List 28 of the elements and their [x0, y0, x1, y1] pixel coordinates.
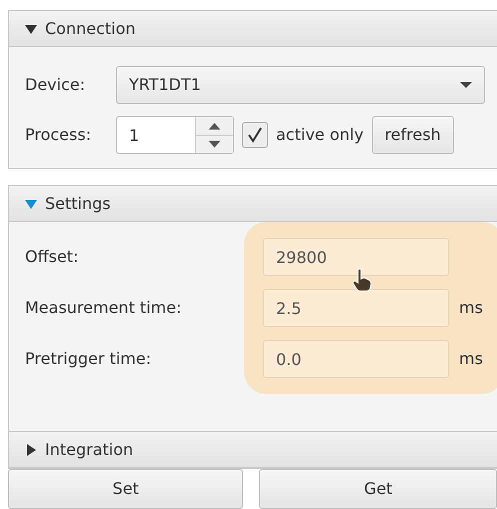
checkmark-icon: [246, 126, 264, 144]
field-label: Pretrigger time:: [25, 348, 152, 370]
process-spinner[interactable]: 1: [116, 116, 234, 154]
field-label: Measurement time:: [25, 297, 182, 319]
device-dropdown[interactable]: YRT1DT1: [116, 66, 485, 104]
panel-title: Integration: [45, 438, 134, 460]
field-label: Process:: [25, 124, 92, 146]
panel-header[interactable]: Connection: [9, 11, 497, 47]
text-field[interactable]: 0.0: [263, 340, 449, 378]
text-field[interactable]: 29800: [263, 238, 449, 276]
unit-label: ms: [459, 348, 483, 370]
panel-header[interactable]: Settings: [9, 186, 497, 222]
panel-header[interactable]: Integration: [9, 432, 497, 468]
refresh-button[interactable]: refresh: [372, 116, 454, 154]
hand-cursor-icon: [351, 268, 373, 292]
action-button[interactable]: Set: [8, 469, 244, 509]
panel-title: Connection: [45, 18, 136, 40]
checkbox-label: active only: [276, 124, 364, 146]
expand-triangle-icon[interactable]: [25, 444, 37, 456]
checkbox[interactable]: [242, 122, 268, 148]
panel-title: Settings: [45, 192, 111, 214]
dropdown-caret-icon: [460, 81, 472, 89]
field-label: Device:: [25, 74, 86, 96]
field-label: Offset:: [25, 246, 80, 268]
unit-label: ms: [459, 297, 483, 319]
action-button[interactable]: Get: [259, 469, 497, 509]
text-field[interactable]: 2.5: [263, 289, 449, 327]
collapse-triangle-icon[interactable]: [25, 22, 37, 34]
